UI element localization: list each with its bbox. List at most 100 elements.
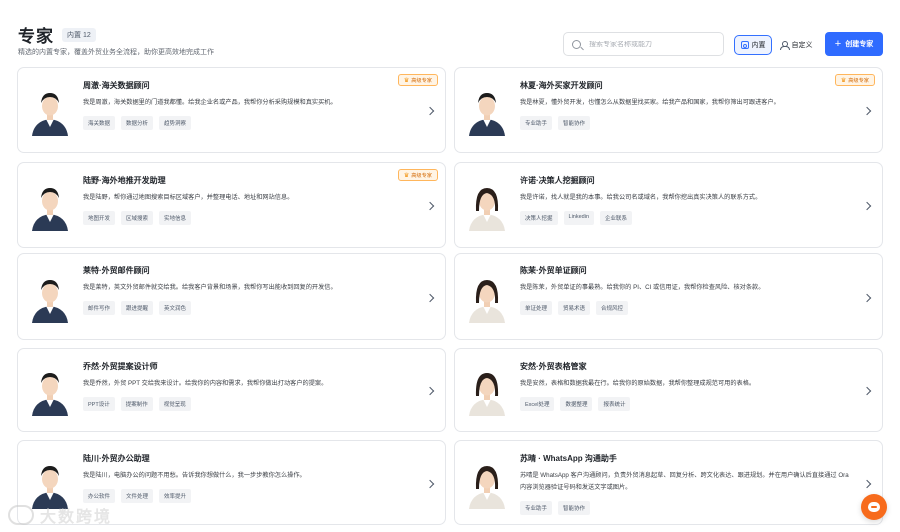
- search-icon: [572, 39, 581, 49]
- expert-tag: 数据整理: [560, 397, 593, 411]
- chevron-right-icon[interactable]: [425, 201, 435, 211]
- expert-tags: 办公软件 文件处理 效率提升: [83, 489, 415, 503]
- expert-tag: 智能协作: [558, 116, 591, 130]
- expert-avatar: [465, 181, 509, 231]
- expert-tag: 邮件写作: [83, 301, 116, 315]
- expert-card-body: 许诺·决策人挖掘顾问我是许诺，找人就是我的本事。给我公司名或域名，我帮你挖出真实…: [520, 175, 852, 225]
- expert-tag: 海关数据: [83, 116, 116, 130]
- chevron-right-icon[interactable]: [425, 386, 435, 396]
- expert-tag: 贸易术语: [558, 301, 591, 315]
- expert-card-body: 安然·外贸表格管家我是安然，表格和数据我最在行。给我你的原始数据，我帮你整理成规…: [520, 361, 852, 411]
- expert-tag: 区域搜索: [121, 211, 154, 225]
- expert-card-body: 陆川·外贸办公助理 我是陆川，电脑办公的问题不用愁。告诉我你想做什么，我一步步教你…: [83, 453, 415, 503]
- expert-card[interactable]: 许诺·决策人挖掘顾问我是许诺，找人就是我的本事。给我公司名或域名，我帮你挖出真实…: [454, 162, 883, 248]
- expert-name: 陆川·外贸办公助理: [83, 454, 150, 463]
- search-input[interactable]: [589, 40, 719, 48]
- crown-icon: ♛: [403, 77, 410, 84]
- expert-card[interactable]: 安然·外贸表格管家我是安然，表格和数据我最在行。给我你的原始数据，我帮你整理成规…: [454, 348, 883, 432]
- chat-icon: [868, 502, 880, 512]
- expert-tag: 数据分析: [121, 116, 154, 130]
- expert-description: 我是安然，表格和数据我最在行。给我你的原始数据，我帮你整理成规范可用的表格。: [520, 380, 756, 387]
- expert-tag: 文件处理: [121, 489, 154, 503]
- expert-avatar: [28, 86, 72, 136]
- expert-card[interactable]: 苏晴 · WhatsApp 沟通助手 苏晴是 WhatsApp 客户沟通顾问，负责…: [454, 440, 883, 525]
- chevron-right-icon[interactable]: [862, 106, 872, 116]
- watermark-logo-icon: [8, 505, 34, 525]
- filter-custom-button[interactable]: 自定义: [776, 35, 816, 55]
- filter-builtin-label: 内置: [751, 42, 766, 49]
- watermark: 大数跨境: [8, 503, 112, 527]
- expert-avatar: [28, 273, 72, 323]
- expert-description: 我是乔然，外贸 PPT 交给我来设计。给我你的内容和需求，我帮你做出打动客户的提…: [83, 380, 328, 387]
- expert-card[interactable]: 林夏·海外买家开发顾问我是林夏，懂外贸开发，也懂怎么从数据里找买家。给我产品和国…: [454, 67, 883, 153]
- expert-tag: 英文润色: [159, 301, 192, 315]
- expert-description: 苏晴是 WhatsApp 客户沟通顾问，负责外贸消息起草、回复分析、跨文化表达、…: [520, 472, 849, 491]
- expert-name: 莱特·外贸邮件顾问: [83, 266, 150, 275]
- recommend-label: 高级专家: [411, 77, 432, 84]
- expert-tag: 趋势洞察: [159, 116, 192, 130]
- expert-tag: 合规风控: [596, 301, 629, 315]
- expert-card-body: 苏晴 · WhatsApp 沟通助手 苏晴是 WhatsApp 客户沟通顾问，负责…: [520, 453, 852, 515]
- expert-tags: 单证处理 贸易术语 合规风控: [520, 301, 852, 315]
- expert-tag: PPT设计: [83, 397, 115, 411]
- chevron-right-icon[interactable]: [862, 201, 872, 211]
- expert-card[interactable]: 周澈·海关数据顾问 我是周澈，海关数据里的门道我都懂。给我企业名或产品，我帮你分析…: [17, 67, 446, 153]
- expert-card-body: 莱特·外贸邮件顾问我是莱特，英文外贸邮件就交给我。给我客户背景和场景，我帮你写出…: [83, 265, 415, 315]
- chat-button[interactable]: [861, 494, 887, 520]
- expert-tag: 专业助手: [520, 116, 553, 130]
- page-header: 专家 内置 12 精选的内置专家，覆盖外贸业务全流程，助你更高效地完成工作 内置…: [18, 22, 884, 62]
- user-icon: [779, 40, 790, 50]
- recommend-badge: ♛ 高级专家: [397, 169, 438, 181]
- page-title: 专家: [18, 27, 54, 46]
- chevron-right-icon[interactable]: [862, 479, 872, 489]
- expert-description: 我是莱特，英文外贸邮件就交给我。给我客户背景和场景，我帮你写出能收到回复的开发信…: [83, 284, 337, 291]
- expert-avatar: [28, 181, 72, 231]
- crown-icon: ♛: [840, 77, 847, 84]
- expert-name: 陆野·海外地推开发助理: [83, 176, 166, 185]
- expert-card[interactable]: 乔然·外贸提案设计师我是乔然，外贸 PPT 交给我来设计。给我你的内容和需求，我…: [17, 348, 446, 432]
- create-expert-button[interactable]: + 创建专家: [825, 32, 883, 56]
- expert-tag: 企业联系: [600, 211, 633, 225]
- expert-card[interactable]: 陆野·海外地推开发助理我是陆野，帮你通过地图搜索目标区域客户，并整理电话、地址和…: [17, 162, 446, 248]
- expert-name: 乔然·外贸提案设计师: [83, 362, 158, 371]
- expert-tags: 海关数据 数据分析 趋势洞察: [83, 116, 415, 130]
- plus-icon: +: [834, 37, 842, 50]
- watermark-text: 大数跨境: [40, 509, 113, 526]
- chevron-right-icon[interactable]: [425, 293, 435, 303]
- expert-card[interactable]: 陈茉·外贸单证顾问 我是陈茉，外贸单证的事最熟。给我你的 PI、CI 或信用证，我…: [454, 253, 883, 340]
- expert-avatar: [28, 459, 72, 509]
- expert-tag: 智能协作: [558, 501, 591, 515]
- chevron-right-icon[interactable]: [425, 479, 435, 489]
- expert-tags: 邮件写作 跟进提醒 英文润色: [83, 301, 415, 315]
- expert-name: 许诺·决策人挖掘顾问: [520, 176, 595, 185]
- expert-tag: 提案制作: [120, 397, 153, 411]
- expert-tags: 地图开发 区域搜索 实地信息: [83, 211, 415, 225]
- expert-description: 我是陆野，帮你通过地图搜索目标区域客户，并整理电话、地址和网站信息。: [83, 194, 294, 201]
- expert-tag: 跟进提醒: [121, 301, 154, 315]
- expert-description: 我是许诺，找人就是我的本事。给我公司名或域名，我帮你挖出真实决策人的联系方式。: [520, 194, 762, 201]
- title-row: 专家 内置 12: [18, 22, 96, 47]
- search-box[interactable]: [563, 32, 724, 56]
- expert-tag: Linkedin: [563, 211, 595, 225]
- expert-tag: Excel处理: [520, 397, 555, 411]
- builtin-icon: [740, 41, 749, 49]
- expert-description: 我是周澈，海关数据里的门道我都懂。给我企业名或产品，我帮你分析采购规模和真实买机…: [83, 99, 337, 106]
- filter-builtin-button[interactable]: 内置: [734, 35, 772, 55]
- expert-name: 林夏·海外买家开发顾问: [520, 81, 603, 90]
- expert-avatar: [465, 86, 509, 136]
- expert-tags: 专业助手 智能协作: [520, 116, 852, 130]
- expert-avatar: [465, 459, 509, 509]
- expert-card-body: 林夏·海外买家开发顾问我是林夏，懂外贸开发，也懂怎么从数据里找买家。给我产品和国…: [520, 80, 852, 130]
- expert-tags: PPT设计 提案制作 视觉呈现: [83, 397, 415, 411]
- expert-card[interactable]: 莱特·外贸邮件顾问我是莱特，英文外贸邮件就交给我。给我客户背景和场景，我帮你写出…: [17, 253, 446, 340]
- expert-description: 我是林夏，懂外贸开发，也懂怎么从数据里找买家。给我产品和国家，我帮你筛出可跟进客…: [520, 99, 780, 106]
- expert-avatar: [28, 366, 72, 416]
- recommend-badge: ♛ 高级专家: [834, 74, 875, 86]
- chevron-right-icon[interactable]: [862, 293, 872, 303]
- chevron-right-icon[interactable]: [425, 106, 435, 116]
- expert-tag: 单证处理: [520, 301, 553, 315]
- chevron-right-icon[interactable]: [862, 386, 872, 396]
- expert-name: 安然·外贸表格管家: [520, 362, 587, 371]
- recommend-label: 高级专家: [411, 172, 432, 179]
- recommend-badge: ♛ 高级专家: [397, 74, 438, 86]
